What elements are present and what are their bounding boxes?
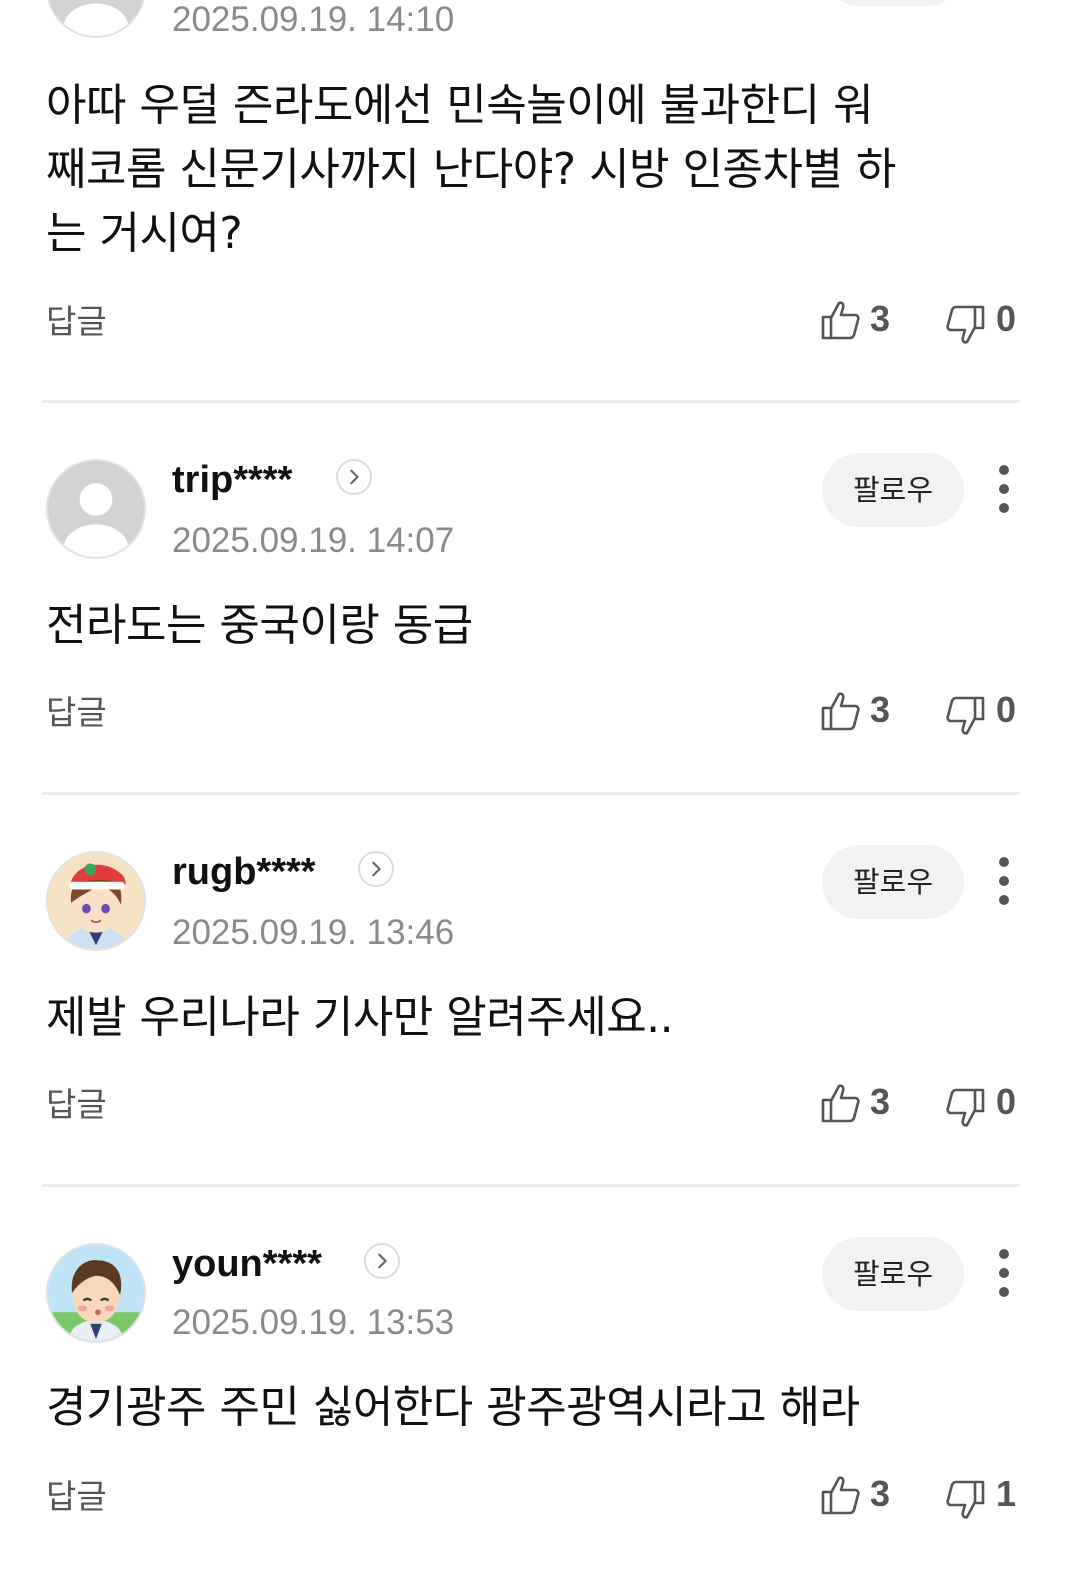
chevron-right-icon[interactable]	[364, 1243, 400, 1279]
more-options-icon[interactable]	[986, 853, 1022, 909]
thumbs-up-icon[interactable]	[820, 299, 860, 341]
comment-timestamp: 2025.09.19. 13:46	[172, 913, 455, 952]
dislike-count: 0	[996, 1081, 1017, 1122]
cartoon-character-avatar	[48, 1245, 144, 1341]
default-profile-icon	[48, 461, 144, 557]
more-options-icon[interactable]	[986, 461, 1022, 517]
comment-item: youn**** 2025.09.19. 13:53 팔로우 경기광주 주민 싫…	[0, 1187, 1080, 1595]
dislike-count: 1	[996, 1473, 1017, 1514]
dislike-count: 0	[996, 689, 1017, 730]
avatar[interactable]	[46, 851, 146, 951]
comment-timestamp: 2025.09.19. 14:10	[172, 0, 455, 39]
comment-text-line: 전라도는 중국이랑 동급	[46, 600, 473, 651]
comment-text-line: 아따 우덜 즌라도에선 민속놀이에 불과한디 워	[46, 80, 874, 131]
reply-button[interactable]: 답글	[46, 1477, 107, 1517]
comment-item: 2025.09.19. 14:10 아따 우덜 즌라도에선 민속놀이에 불과한디…	[0, 0, 1080, 400]
thumbs-down-icon[interactable]	[946, 695, 986, 737]
comment-item: trip**** 2025.09.19. 14:07 팔로우 전라도는 중국이랑…	[0, 403, 1080, 793]
comment-timestamp: 2025.09.19. 14:07	[172, 521, 455, 560]
comment-text: 아따 우덜 즌라도에선 민속놀이에 불과한디 워 째코롬 신문기사까지 난다야?…	[46, 74, 1006, 266]
like-count: 3	[870, 689, 891, 730]
avatar[interactable]	[46, 0, 146, 38]
default-profile-icon	[48, 0, 144, 36]
comment-timestamp: 2025.09.19. 13:53	[172, 1303, 455, 1342]
follow-button[interactable]: 팔로우	[822, 845, 964, 919]
comment-text: 전라도는 중국이랑 동급	[46, 594, 1006, 658]
like-count: 3	[870, 1081, 891, 1122]
comment-text-line: 는 거시여?	[46, 208, 243, 259]
reply-button[interactable]: 답글	[46, 693, 107, 733]
follow-button[interactable]: 팔로우	[822, 1237, 964, 1311]
comment-text-line: 째코롬 신문기사까지 난다야? 시방 인종차별 하	[46, 144, 896, 195]
chevron-right-icon[interactable]	[336, 459, 372, 495]
avatar[interactable]	[46, 459, 146, 559]
chevron-right-icon[interactable]	[358, 851, 394, 887]
reply-button[interactable]: 답글	[46, 1085, 107, 1125]
comment-text: 경기광주 주민 싫어한다 광주광역시라고 해라	[46, 1376, 1006, 1440]
username[interactable]: rugb****	[172, 850, 316, 894]
thumbs-down-icon[interactable]	[946, 1479, 986, 1521]
thumbs-down-icon[interactable]	[946, 304, 986, 346]
like-count: 3	[870, 298, 891, 339]
reply-button[interactable]: 답글	[46, 302, 107, 342]
comment-text-line: 경기광주 주민 싫어한다 광주광역시라고 해라	[46, 1382, 860, 1433]
comment-item: rugb**** 2025.09.19. 13:46 팔로우 제발 우리나라 기…	[0, 795, 1080, 1185]
username[interactable]: youn****	[172, 1242, 322, 1286]
thumbs-up-icon[interactable]	[820, 1474, 860, 1516]
thumbs-up-icon[interactable]	[820, 1082, 860, 1124]
comment-text-line: 제발 우리나라 기사만 알려주세요..	[46, 992, 674, 1043]
avatar[interactable]	[46, 1243, 146, 1343]
comment-text: 제발 우리나라 기사만 알려주세요..	[46, 986, 1006, 1050]
cartoon-character-avatar	[48, 853, 144, 949]
thumbs-down-icon[interactable]	[946, 1087, 986, 1129]
dislike-count: 0	[996, 298, 1017, 339]
like-count: 3	[870, 1473, 891, 1514]
follow-button[interactable]: 팔로우	[822, 453, 964, 527]
follow-button[interactable]	[822, 0, 964, 6]
more-options-icon[interactable]	[986, 1245, 1022, 1301]
username[interactable]: trip****	[172, 458, 292, 502]
thumbs-up-icon[interactable]	[820, 690, 860, 732]
